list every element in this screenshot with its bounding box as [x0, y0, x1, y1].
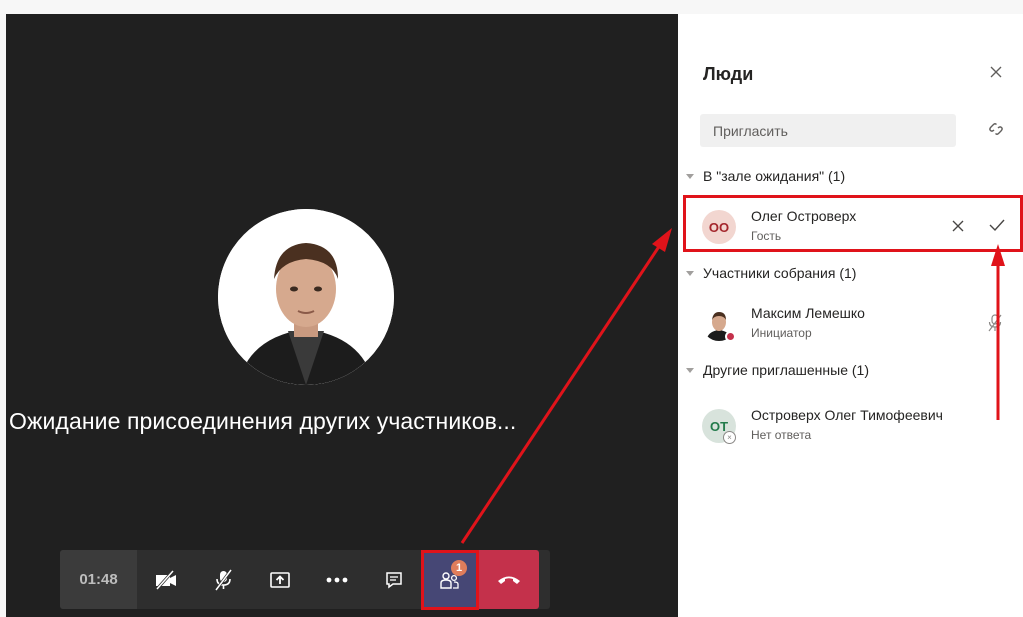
- person-role: Нет ответа: [751, 428, 812, 442]
- link-icon: [989, 123, 1003, 135]
- busy-status-icon: [725, 331, 736, 342]
- call-controls-bar: 01:48 1: [60, 549, 550, 610]
- participant-row: Максим Лемешко Инициатор: [678, 297, 1023, 351]
- portrait-illustration: [218, 209, 394, 385]
- person-role: Инициатор: [751, 326, 812, 340]
- camera-off-icon: [155, 569, 176, 590]
- person-name: Максим Лемешко: [751, 305, 865, 321]
- collapse-triangle-icon: [686, 173, 694, 179]
- meeting-stage: Ожидание присоединения других участников…: [6, 14, 678, 617]
- collapse-triangle-icon: [686, 367, 694, 373]
- hang-up-button[interactable]: [479, 550, 539, 609]
- more-icon: [326, 577, 347, 582]
- microphone-toggle-button[interactable]: [194, 550, 251, 609]
- mic-off-icon: [214, 568, 232, 591]
- section-lobby[interactable]: В "зале ожидания" (1): [684, 168, 845, 184]
- collapse-triangle-icon: [686, 270, 694, 276]
- participant-mic-status[interactable]: [987, 313, 1003, 338]
- mic-off-icon: [988, 314, 1002, 332]
- chat-button[interactable]: [365, 550, 422, 609]
- hang-up-icon: [498, 576, 520, 584]
- annotation-highlight-box: [683, 195, 1023, 252]
- share-screen-button[interactable]: [251, 550, 308, 609]
- close-panel-button[interactable]: [988, 64, 1004, 80]
- no-response-status-icon: ×: [723, 431, 736, 444]
- call-timer: 01:48: [60, 550, 137, 609]
- section-label: Участники собрания (1): [703, 265, 857, 281]
- chat-icon: [385, 571, 402, 588]
- section-participants[interactable]: Участники собрания (1): [684, 265, 856, 281]
- teams-meeting-window: Ожидание присоединения других участников…: [0, 0, 1023, 617]
- section-label: В "зале ожидания" (1): [703, 168, 846, 184]
- person-name: Островерх Олег Тимофеевич: [751, 407, 943, 423]
- waiting-message: Ожидание присоединения других участников…: [9, 408, 517, 434]
- participants-button[interactable]: 1: [421, 549, 479, 610]
- copy-link-button[interactable]: [986, 119, 1006, 144]
- close-icon: [990, 66, 1002, 78]
- section-label: Другие приглашенные (1): [703, 362, 869, 378]
- share-screen-icon: [269, 571, 290, 588]
- camera-toggle-button[interactable]: [137, 550, 194, 609]
- people-panel: Люди Пригласить В "зале ожидания" (1) ОО…: [678, 14, 1023, 617]
- more-actions-button[interactable]: [308, 550, 365, 609]
- panel-title: Люди: [703, 64, 754, 84]
- participants-count-badge: 1: [451, 559, 467, 576]
- user-photo-avatar: [218, 209, 394, 385]
- invite-input[interactable]: Пригласить: [700, 114, 956, 147]
- invited-person-row: ОТ × Островерх Олег Тимофеевич Нет ответ…: [678, 399, 1023, 453]
- section-other-invited[interactable]: Другие приглашенные (1): [684, 362, 869, 378]
